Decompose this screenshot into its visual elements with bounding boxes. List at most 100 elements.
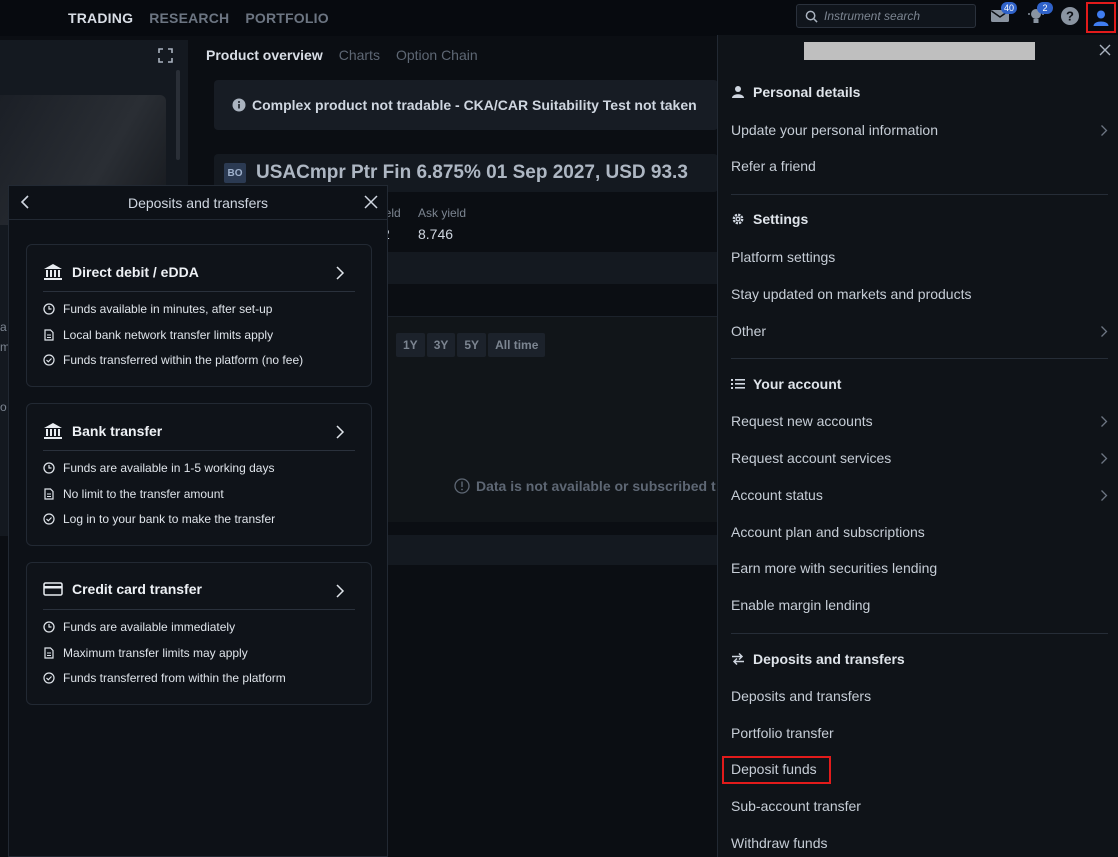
menu-item-margin-lending[interactable]: Enable margin lending [731,597,870,613]
card-title: Direct debit / eDDA [43,263,199,281]
no-data-message: Data is not available or subscribed t [454,478,716,494]
search-input[interactable] [824,9,964,23]
info-icon [232,98,246,112]
divider [43,291,355,292]
help-button[interactable]: ? [1060,6,1080,28]
card-row-text: No limit to the transfer amount [63,487,224,501]
card-row: Funds transferred within the platform (n… [43,353,303,367]
card-row: Local bank network transfer limits apply [43,328,273,342]
menu-item-portfolio-transfer[interactable]: Portfolio transfer [731,725,834,741]
document-icon [44,647,54,659]
messages-badge: 40 [1001,2,1018,14]
notifications-badge: 2 [1037,2,1053,14]
card-row-text: Funds transferred within the platform (n… [63,353,304,367]
chevron-right-icon[interactable] [335,583,345,599]
range-5y[interactable]: 5Y [457,333,487,357]
card-title-text: Direct debit / eDDA [72,264,199,280]
section-title: Personal details [753,84,861,100]
help-icon: ? [1061,7,1079,25]
ask-yield-label: Ask yield [418,206,467,220]
gear-icon [732,213,744,225]
person-icon [732,86,744,98]
chevron-right-icon[interactable] [1100,452,1108,465]
top-bar: TRADING RESEARCH PORTFOLIO 40 2 ? [0,0,1118,36]
card-row-text: Funds available in minutes, after set-up [63,302,273,316]
your-account-heading: Your account [731,376,841,392]
tab-option-chain[interactable]: Option Chain [396,47,478,63]
menu-divider [731,358,1108,359]
range-1y[interactable]: 1Y [396,333,425,357]
range-selector: 1Y 3Y 5Y All time [396,333,546,357]
user-icon [1093,10,1109,26]
section-title: Settings [753,211,809,227]
nav-trading[interactable]: TRADING [68,10,133,26]
check-circle-icon [43,513,55,525]
chevron-right-icon[interactable] [335,265,345,281]
menu-item-platform-settings[interactable]: Platform settings [731,249,835,265]
document-icon [44,329,54,341]
instrument-search[interactable] [796,4,976,28]
user-menu-button[interactable] [1086,2,1116,33]
card-row: No limit to the transfer amount [43,487,224,501]
section-title: Deposits and transfers [753,651,905,667]
chevron-right-icon[interactable] [1100,415,1108,428]
chevron-right-icon[interactable] [335,424,345,440]
menu-item-request-new-accounts[interactable]: Request new accounts [731,413,873,429]
menu-item-refer-a-friend[interactable]: Refer a friend [731,158,816,174]
messages-button[interactable]: 40 [990,2,1018,28]
no-data-text: Data is not available or subscribed t [476,478,716,494]
card-row-text: Funds transferred from within the platfo… [63,671,286,685]
info-circle-icon [454,478,470,494]
card-row-text: Funds are available immediately [63,620,236,634]
menu-item-deposits-and-transfers[interactable]: Deposits and transfers [731,688,871,704]
nav-research[interactable]: RESEARCH [149,10,229,26]
scrollbar[interactable] [176,70,180,160]
menu-item-request-account-services[interactable]: Request account services [731,450,891,466]
credit-card-icon [43,582,63,596]
card-row-text: Maximum transfer limits may apply [63,646,248,660]
card-row: Funds are available in 1-5 working days [43,461,274,475]
bank-icon [44,423,62,439]
search-icon [805,10,818,23]
product-type-badge: BO [224,163,246,183]
close-icon[interactable] [363,194,379,210]
chevron-right-icon[interactable] [1100,124,1108,137]
nav-portfolio[interactable]: PORTFOLIO [245,10,328,26]
menu-item-stay-updated[interactable]: Stay updated on markets and products [731,286,971,302]
card-row: Maximum transfer limits may apply [43,646,248,660]
menu-item-other[interactable]: Other [731,323,766,339]
card-row: Funds available in minutes, after set-up [43,302,272,316]
menu-item-withdraw-funds[interactable]: Withdraw funds [731,835,827,851]
card-title: Bank transfer [43,422,162,440]
menu-item-account-status[interactable]: Account status [731,487,823,503]
expand-icon[interactable] [158,48,173,63]
menu-item-account-plan[interactable]: Account plan and subscriptions [731,524,925,540]
check-circle-icon [43,672,55,684]
chevron-right-icon[interactable] [1100,325,1108,338]
back-chevron-icon[interactable] [19,194,33,210]
tab-charts[interactable]: Charts [339,47,380,63]
chevron-right-icon[interactable] [1100,489,1108,502]
direct-debit-card[interactable]: Direct debit / eDDA Funds available in m… [26,244,372,387]
menu-item-sub-account-transfer[interactable]: Sub-account transfer [731,798,861,814]
divider [43,609,355,610]
section-strip [382,252,718,284]
product-name: USACmpr Ptr Fin 6.875% 01 Sep 2027, USD … [256,162,688,183]
card-title: Credit card transfer [43,581,202,597]
range-all-time[interactable]: All time [488,333,546,357]
main-nav: TRADING RESEARCH PORTFOLIO [68,10,329,26]
card-row-text: Local bank network transfer limits apply [63,328,274,342]
notifications-button[interactable]: 2 [1026,2,1053,28]
close-icon[interactable] [1098,43,1112,57]
range-3y[interactable]: 3Y [426,333,456,357]
tab-product-overview[interactable]: Product overview [206,47,323,63]
card-row-text: Log in to your bank to make the transfer [63,512,276,526]
bank-transfer-card[interactable]: Bank transfer Funds are available in 1-5… [26,403,372,546]
menu-item-securities-lending[interactable]: Earn more with securities lending [731,560,937,576]
menu-divider [731,633,1108,634]
menu-item-update-personal-info[interactable]: Update your personal information [731,122,938,138]
bank-icon [44,264,62,280]
credit-card-transfer-card[interactable]: Credit card transfer Funds are available… [26,562,372,705]
clock-icon [43,462,55,474]
suitability-warning: Complex product not tradable - CKA/CAR S… [214,80,718,130]
